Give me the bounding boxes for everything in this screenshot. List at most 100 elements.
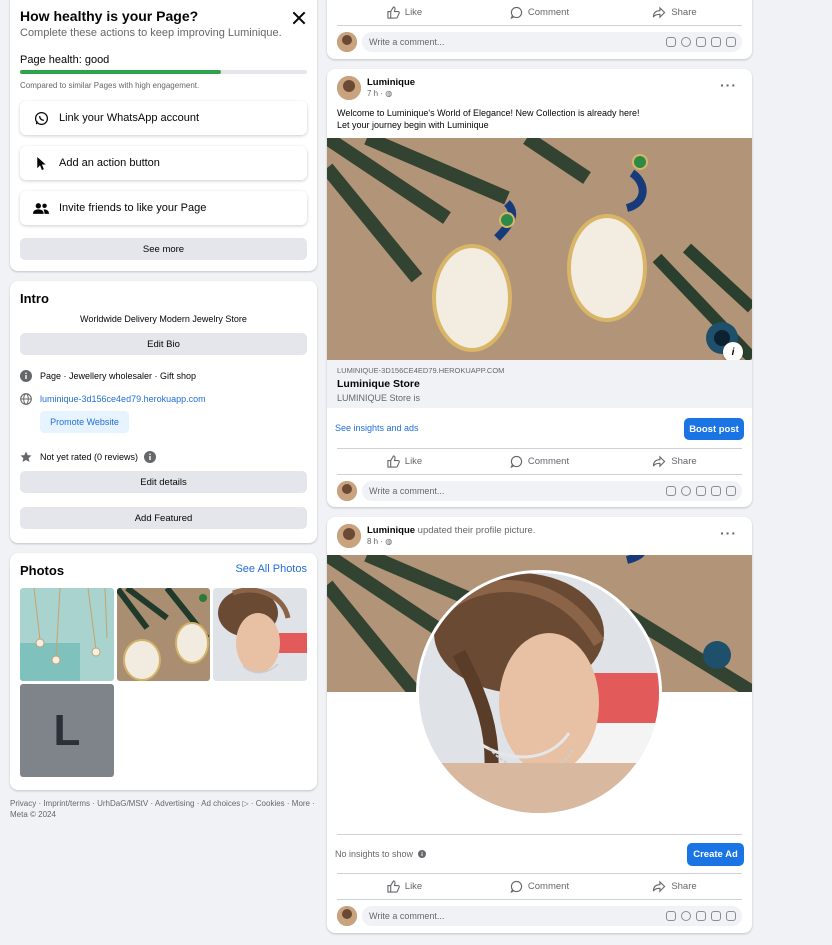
boost-post-button[interactable]: Boost post: [684, 418, 744, 440]
whatsapp-icon: [33, 110, 49, 126]
photo-thumbnail-letter[interactable]: L: [20, 684, 114, 777]
health-title: How healthy is your Page?: [20, 8, 199, 24]
comment-icon: [510, 455, 523, 468]
promote-website-button[interactable]: Promote Website: [40, 411, 129, 433]
link-domain: LUMINIQUE-3D156CE4ED79.HEROKUAPP.COM: [337, 366, 505, 375]
comment-input[interactable]: Write a comment...: [362, 32, 742, 52]
post-card: Luminique updated their profile picture.…: [327, 517, 752, 933]
info-icon[interactable]: i: [723, 342, 743, 360]
divider: [337, 25, 742, 26]
intro-website: luminique-3d156ce4ed79.herokuapp.com: [20, 393, 206, 405]
health-progress-fill: [20, 70, 221, 74]
create-ad-button[interactable]: Create Ad: [687, 843, 744, 866]
link-preview[interactable]: LUMINIQUE-3D156CE4ED79.HEROKUAPP.COM Lum…: [327, 360, 752, 408]
insights-note: No insights to show: [335, 849, 427, 859]
post-author: Luminique updated their profile picture.: [367, 525, 536, 536]
avatar[interactable]: [337, 76, 361, 100]
avatar-sticker-icon[interactable]: [726, 37, 736, 47]
info-icon[interactable]: [144, 451, 157, 463]
see-insights-link[interactable]: See insights and ads: [335, 423, 419, 433]
sticker-icon[interactable]: [666, 37, 676, 47]
close-icon[interactable]: [291, 10, 307, 26]
edit-bio-button[interactable]: Edit Bio: [20, 333, 307, 355]
like-button[interactable]: Like: [337, 874, 472, 898]
see-more-button[interactable]: See more: [20, 238, 307, 260]
profile-picture[interactable]: [416, 570, 662, 816]
intro-title: Intro: [20, 291, 49, 306]
post-author[interactable]: Luminique: [367, 77, 415, 88]
post-time: 8 h · ◍: [367, 537, 393, 546]
like-icon: [387, 454, 400, 468]
more-options-icon[interactable]: ···: [720, 525, 737, 541]
health-subtitle: Complete these actions to keep improving…: [20, 27, 282, 39]
like-button[interactable]: Like: [337, 0, 472, 24]
link-whatsapp-button[interactable]: Link your WhatsApp account: [20, 101, 307, 135]
photos-card: Photos See All Photos L: [10, 553, 317, 790]
post-card: Luminique 7 h · ◍ ··· Welcome to Luminiq…: [327, 69, 752, 507]
edit-details-button[interactable]: Edit details: [20, 471, 307, 493]
link-title: Luminique Store: [337, 378, 420, 390]
footer-links[interactable]: Privacy · Imprint/terms · UrhDaG/MStV · …: [10, 798, 317, 809]
avatar-sticker-icon[interactable]: [726, 911, 736, 921]
health-status: Page health: good: [20, 54, 110, 66]
photo-thumbnail[interactable]: [213, 588, 307, 681]
comment-tools: [666, 486, 736, 496]
globe-icon: ◍: [385, 89, 393, 98]
share-icon: [653, 6, 666, 18]
sticker-icon[interactable]: [666, 486, 676, 496]
more-options-icon[interactable]: ···: [720, 77, 737, 93]
intro-bio: Worldwide Delivery Modern Jewelry Store: [80, 314, 247, 324]
comment-input[interactable]: Write a comment...: [362, 481, 742, 501]
share-button[interactable]: Share: [607, 0, 742, 24]
avatar: [337, 32, 357, 52]
like-button[interactable]: Like: [337, 449, 472, 473]
comment-tools: [666, 37, 736, 47]
share-button[interactable]: Share: [607, 449, 742, 473]
post-image[interactable]: i: [327, 138, 752, 360]
cursor-icon: [33, 155, 49, 171]
info-icon[interactable]: [418, 850, 427, 858]
avatar: [337, 906, 357, 926]
info-icon: [20, 370, 32, 382]
emoji-icon[interactable]: [681, 37, 691, 47]
people-icon: [33, 200, 49, 216]
gif-icon[interactable]: [711, 37, 721, 47]
see-all-photos-link[interactable]: See All Photos: [235, 563, 307, 575]
comment-button[interactable]: Comment: [472, 874, 607, 898]
website-link[interactable]: luminique-3d156ce4ed79.herokuapp.com: [40, 394, 206, 404]
photo-thumbnail[interactable]: [20, 588, 114, 681]
intro-category: Page · Jewellery wholesaler · Gift shop: [20, 370, 196, 382]
like-icon: [387, 879, 400, 893]
like-icon: [387, 5, 400, 19]
emoji-icon[interactable]: [681, 486, 691, 496]
intro-rating: Not yet rated (0 reviews): [20, 451, 157, 463]
emoji-icon[interactable]: [681, 911, 691, 921]
photo-thumbnail[interactable]: [117, 588, 210, 681]
invite-friends-button[interactable]: Invite friends to like your Page: [20, 191, 307, 225]
gif-icon[interactable]: [711, 486, 721, 496]
camera-icon[interactable]: [696, 911, 706, 921]
add-featured-button[interactable]: Add Featured: [20, 507, 307, 529]
post-card-previous: Like Comment Share Write a comment...: [327, 0, 752, 59]
comment-icon: [510, 880, 523, 893]
add-action-button[interactable]: Add an action button: [20, 146, 307, 180]
health-compare-note: Compared to similar Pages with high enga…: [20, 81, 200, 90]
sticker-icon[interactable]: [666, 911, 676, 921]
footer: Privacy · Imprint/terms · UrhDaG/MStV · …: [10, 798, 317, 820]
comment-icon: [510, 6, 523, 19]
avatar-sticker-icon[interactable]: [726, 486, 736, 496]
comment-button[interactable]: Comment: [472, 449, 607, 473]
share-icon: [653, 455, 666, 467]
camera-icon[interactable]: [696, 486, 706, 496]
avatar[interactable]: [337, 524, 361, 548]
page-health-card: How healthy is your Page? Complete these…: [10, 0, 317, 271]
comment-input[interactable]: Write a comment...: [362, 906, 742, 926]
share-button[interactable]: Share: [607, 874, 742, 898]
link-description: LUMINIQUE Store is: [337, 393, 421, 403]
camera-icon[interactable]: [696, 37, 706, 47]
gif-icon[interactable]: [711, 911, 721, 921]
comment-button[interactable]: Comment: [472, 0, 607, 24]
globe-icon: ◍: [385, 537, 393, 546]
intro-card: Intro Worldwide Delivery Modern Jewelry …: [10, 281, 317, 543]
divider: [337, 474, 742, 475]
